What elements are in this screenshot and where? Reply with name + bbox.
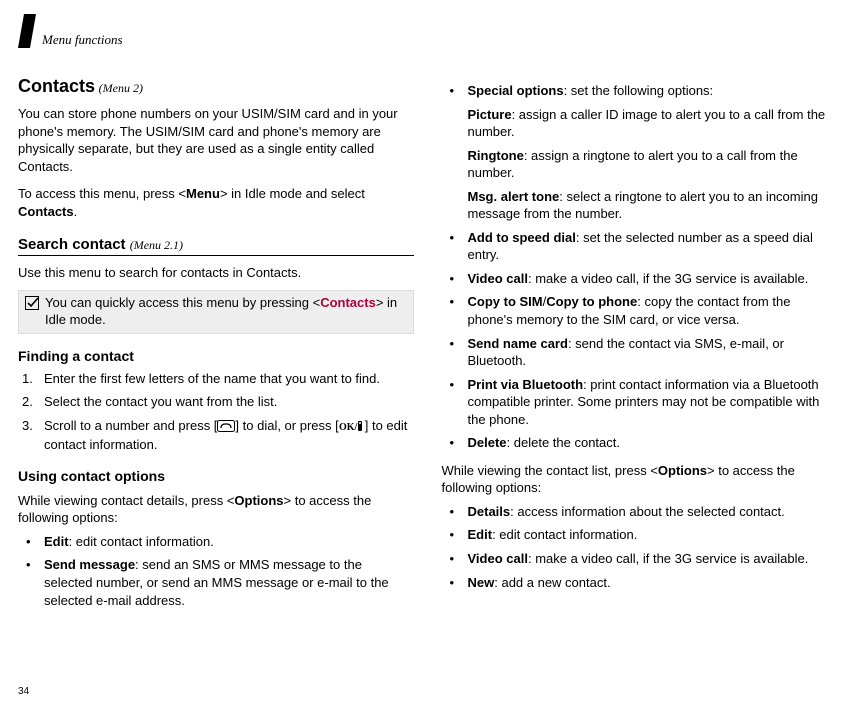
desc: : add a new contact.	[494, 575, 610, 590]
text: While viewing the contact list, press <	[442, 463, 658, 478]
left-column: Contacts (Menu 2) You can store phone nu…	[18, 76, 414, 609]
using-options-para: While viewing contact details, press <Op…	[18, 492, 414, 527]
option-speed-dial: Add to speed dial: set the selected numb…	[442, 229, 838, 264]
label: Edit	[468, 527, 493, 542]
contacts-keyword: Contacts	[18, 204, 74, 219]
options-list-3: Details: access information about the se…	[442, 503, 838, 591]
intro-paragraph-1: You can store phone numbers on your USIM…	[18, 105, 414, 175]
label: Copy to SIM	[468, 294, 543, 309]
content-columns: Contacts (Menu 2) You can store phone nu…	[18, 76, 837, 609]
contacts-link: Contacts	[320, 295, 376, 310]
desc: : delete the contact.	[507, 435, 620, 450]
label: Video call	[468, 271, 528, 286]
option-special: Special options: set the following optio…	[442, 82, 838, 223]
options-keyword: Options	[658, 463, 707, 478]
label2: Copy to phone	[546, 294, 637, 309]
subhead-text: Search contact	[18, 236, 126, 253]
search-desc: Use this menu to search for contacts in …	[18, 264, 414, 282]
options-list-1: Edit: edit contact information. Send mes…	[18, 533, 414, 609]
label: Special options	[468, 83, 564, 98]
text: .	[74, 204, 78, 219]
desc: : edit contact information.	[69, 534, 214, 549]
option-video-call-2: Video call: make a video call, if the 3G…	[442, 550, 838, 568]
label: Ringtone	[468, 148, 524, 163]
page-header: Menu functions	[18, 22, 837, 56]
text: > in Idle mode and select	[220, 186, 365, 201]
text: ] to dial, or press [	[235, 418, 338, 433]
option-edit: Edit: edit contact information.	[18, 533, 414, 551]
label: Add to speed dial	[468, 230, 576, 245]
tip-text: You can quickly access this menu by pres…	[45, 295, 407, 329]
section-title-row: Contacts (Menu 2)	[18, 76, 414, 97]
menu-keyword: Menu	[186, 186, 220, 201]
option-copy: Copy to SIM/Copy to phone: copy the cont…	[442, 293, 838, 328]
label: Msg. alert tone	[468, 189, 560, 204]
right-column: Special options: set the following optio…	[442, 76, 838, 609]
desc: : assign a caller ID image to alert you …	[468, 107, 826, 140]
desc: : edit contact information.	[492, 527, 637, 542]
text: Scroll to a number and press [	[44, 418, 217, 433]
section-menu-ref: (Menu 2)	[99, 81, 143, 95]
subhead-ref: (Menu 2.1)	[130, 238, 183, 252]
call-key-icon	[217, 419, 235, 437]
page-number: 34	[18, 686, 29, 697]
label: Picture	[468, 107, 512, 122]
label: Send message	[44, 557, 135, 572]
tip-box: You can quickly access this menu by pres…	[18, 290, 414, 334]
option-details: Details: access information about the se…	[442, 503, 838, 521]
label: Details	[468, 504, 511, 519]
sub-msg-alert: Msg. alert tone: select a ringtone to al…	[468, 188, 838, 223]
using-options-heading: Using contact options	[18, 468, 414, 484]
option-video-call: Video call: make a video call, if the 3G…	[442, 270, 838, 288]
header-slash-icon	[18, 14, 36, 48]
option-delete: Delete: delete the contact.	[442, 434, 838, 452]
step-2: Select the contact you want from the lis…	[18, 393, 414, 411]
text: While viewing contact details, press <	[18, 493, 234, 508]
finding-steps: Enter the first few letters of the name …	[18, 370, 414, 454]
ok-key-icon: OK/	[339, 419, 365, 437]
desc: : access information about the selected …	[510, 504, 785, 519]
search-contact-heading: Search contact (Menu 2.1)	[18, 236, 414, 256]
desc: : make a video call, if the 3G service i…	[528, 271, 808, 286]
svg-text:OK/: OK/	[339, 422, 358, 432]
option-send-message: Send message: send an SMS or MMS message…	[18, 556, 414, 609]
option-print-bluetooth: Print via Bluetooth: print contact infor…	[442, 376, 838, 429]
intro-paragraph-2: To access this menu, press <Menu> in Idl…	[18, 185, 414, 220]
label: Delete	[468, 435, 507, 450]
label: New	[468, 575, 495, 590]
option-edit-2: Edit: edit contact information.	[442, 526, 838, 544]
desc: : make a video call, if the 3G service i…	[528, 551, 808, 566]
header-title: Menu functions	[42, 32, 123, 48]
options-list-2: Special options: set the following optio…	[442, 82, 838, 452]
checkbox-icon	[25, 296, 39, 310]
sub-ringtone: Ringtone: assign a ringtone to alert you…	[468, 147, 838, 182]
option-send-name-card: Send name card: send the contact via SMS…	[442, 335, 838, 370]
finding-contact-heading: Finding a contact	[18, 348, 414, 364]
label: Send name card	[468, 336, 568, 351]
text: To access this menu, press <	[18, 186, 186, 201]
step-1: Enter the first few letters of the name …	[18, 370, 414, 388]
step-3: Scroll to a number and press [ ] to dial,…	[18, 417, 414, 454]
option-new: New: add a new contact.	[442, 574, 838, 592]
options-keyword: Options	[234, 493, 283, 508]
label: Video call	[468, 551, 528, 566]
section-title: Contacts	[18, 76, 95, 96]
sub-picture: Picture: assign a caller ID image to ale…	[468, 106, 838, 141]
desc: : set the following options:	[564, 83, 714, 98]
label: Edit	[44, 534, 69, 549]
text: You can quickly access this menu by pres…	[45, 295, 320, 310]
contact-list-para: While viewing the contact list, press <O…	[442, 462, 838, 497]
label: Print via Bluetooth	[468, 377, 584, 392]
